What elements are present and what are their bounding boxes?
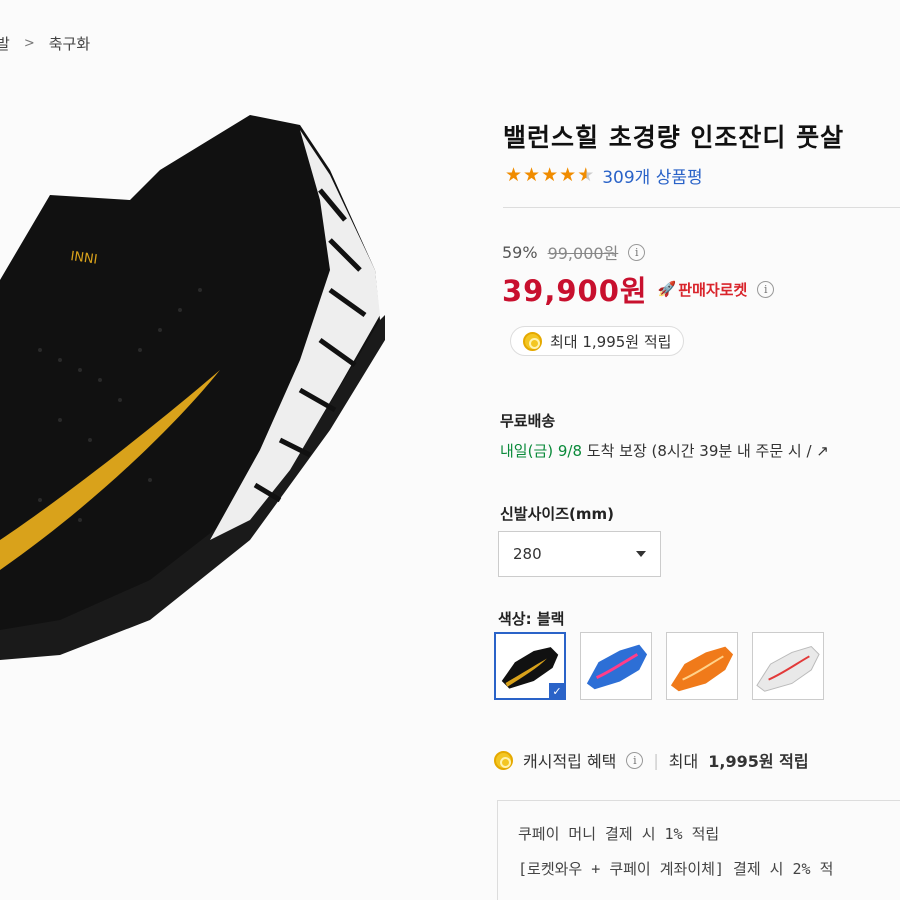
chevron-down-icon	[636, 551, 646, 557]
rating-row: ★ ★ ★ ★ ★ 309개 상품평	[505, 163, 703, 189]
product-title: 밸런스힐 초경량 인조잔디 풋살	[503, 123, 845, 152]
reward-pill[interactable]: 최대 1,995원 적립	[510, 326, 685, 356]
star-icon: ★	[559, 164, 577, 186]
coin-icon	[523, 331, 542, 351]
check-icon: ✓	[549, 683, 565, 699]
seller-rocket-label: 판매자로켓	[678, 280, 748, 299]
discount-row: 59% 99,000원 i	[502, 240, 646, 264]
cash-reward-label: 캐시적립 혜택	[523, 752, 617, 771]
rating-stars[interactable]: ★ ★ ★ ★ ★	[505, 166, 594, 185]
color-label: 색상: 블랙	[498, 610, 565, 628]
star-icon: ★	[541, 164, 559, 186]
coin-icon	[494, 750, 513, 770]
sale-price: 39,900원	[502, 274, 648, 308]
shoe-thumbnail-blue	[586, 644, 648, 690]
info-icon[interactable]: i	[757, 280, 775, 298]
cash-reward-row: 캐시적립 혜택 i | 최대 1,995원 적립	[494, 748, 809, 772]
price-row: 39,900원 🚀 판매자로켓 i	[502, 268, 775, 310]
size-selected-value: 280	[513, 545, 542, 563]
seller-rocket-badge: 🚀 판매자로켓	[658, 279, 748, 300]
original-price: 99,000원	[547, 244, 619, 263]
product-info-panel: 밸런스힐 초경량 인조잔디 풋살 ★ ★ ★ ★ ★ 309개 상품평 59% …	[0, 0, 900, 900]
star-icon: ★	[505, 164, 523, 186]
color-swatch-orange[interactable]	[666, 632, 738, 700]
info-icon[interactable]: i	[626, 751, 644, 769]
cash-detail-line: [로켓와우 + 쿠페이 계좌이체] 결제 시 2% 적	[518, 860, 834, 878]
color-swatch-white[interactable]	[752, 632, 824, 700]
star-icon: ★	[523, 164, 541, 186]
reward-text: 최대 1,995원 적립	[550, 332, 672, 351]
cash-detail-line: 쿠페이 머니 결제 시 1% 적립	[518, 825, 720, 843]
divider: |	[653, 750, 659, 770]
shoe-thumbnail-orange	[670, 646, 734, 692]
cash-max-amount: 1,995원 적립	[708, 752, 809, 771]
rocket-icon: 🚀	[657, 280, 677, 298]
shipping-guarantee: 도착 보장 (8시간 39분 내 주문 시 / ↗	[586, 442, 829, 460]
size-select[interactable]: 280	[498, 531, 661, 577]
review-count-link[interactable]: 309개 상품평	[602, 163, 702, 188]
divider	[503, 207, 900, 208]
color-swatch-blue[interactable]	[580, 632, 652, 700]
star-half-icon: ★	[577, 164, 595, 186]
color-swatch-black[interactable]: ✓	[494, 632, 566, 700]
info-icon[interactable]: i	[628, 243, 646, 261]
shipping-eta: 내일(금) 9/8 도착 보장 (8시간 39분 내 주문 시 / ↗	[500, 440, 829, 461]
shipping-title: 무료배송	[500, 412, 556, 430]
size-label: 신발사이즈(mm)	[500, 505, 614, 523]
discount-rate: 59%	[502, 242, 538, 262]
cash-reward-details: 쿠페이 머니 결제 시 1% 적립 [로켓와우 + 쿠페이 계좌이체] 결제 시…	[497, 800, 900, 900]
shoe-thumbnail-white	[756, 646, 820, 692]
color-swatches: ✓	[494, 632, 824, 700]
cash-max-prefix: 최대	[668, 752, 699, 771]
shipping-date: 내일(금) 9/8	[500, 442, 583, 460]
